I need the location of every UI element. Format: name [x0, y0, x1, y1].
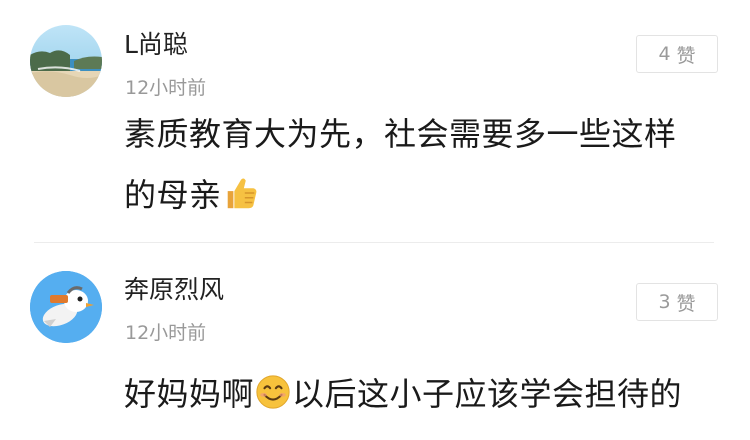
- comment-item: 奔原烈风 12小时前 3 赞 好妈妈啊 以后这小子应该学会担待的: [0, 243, 750, 440]
- comment-text: 素质教育大为先，社会需要多一些这样 的母亲: [124, 104, 724, 226]
- like-label: 赞: [676, 44, 696, 67]
- like-button[interactable]: 4 赞: [636, 35, 718, 73]
- comment-text: 好妈妈啊 以后这小子应该学会担待的: [124, 364, 724, 425]
- like-count: 3: [658, 291, 671, 313]
- comment-text-line: 素质教育大为先，社会需要多一些这样: [124, 115, 677, 153]
- like-button[interactable]: 3 赞: [636, 283, 718, 321]
- comment-text-segment: 好妈妈啊: [124, 375, 255, 413]
- username[interactable]: 奔原烈风: [124, 273, 224, 307]
- like-label: 赞: [676, 292, 696, 315]
- comment-text-segment: 以后这小子应该学会担待的: [292, 375, 683, 413]
- comment-item: L尚聪 12小时前 4 赞 素质教育大为先，社会需要多一些这样 的母亲: [0, 0, 750, 242]
- thumbs-up-icon: [227, 178, 256, 209]
- like-count: 4: [658, 43, 671, 65]
- timestamp: 12小时前: [125, 322, 207, 344]
- avatar[interactable]: [30, 25, 102, 97]
- cartoon-bird-avatar: [30, 271, 102, 343]
- comment-text-line: 的母亲: [124, 176, 222, 214]
- avatar[interactable]: [30, 271, 102, 343]
- timestamp: 12小时前: [125, 77, 207, 99]
- smiling-face-icon: [256, 375, 290, 409]
- username[interactable]: L尚聪: [124, 28, 188, 62]
- beach-landscape-avatar: [30, 25, 102, 97]
- comment-list: L尚聪 12小时前 4 赞 素质教育大为先，社会需要多一些这样 的母亲 奔原烈风…: [0, 0, 750, 440]
